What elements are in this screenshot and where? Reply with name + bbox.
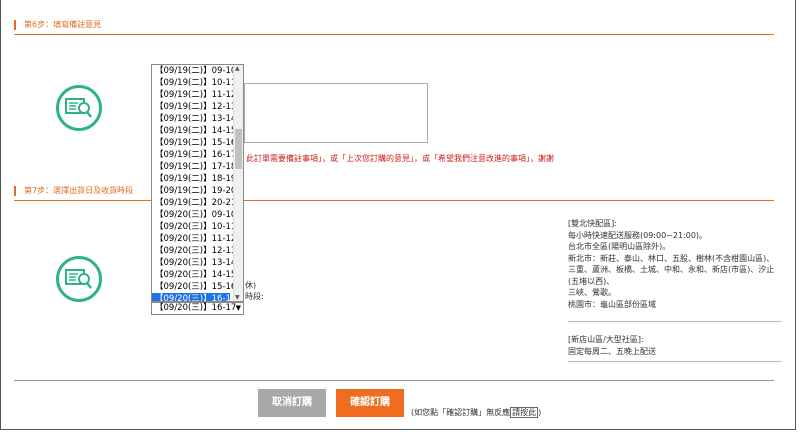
time-slot-option[interactable]: 【09/19(二)】11-12 <box>152 89 236 101</box>
time-slot-option[interactable]: 【09/20(三)】13-14 <box>152 257 236 269</box>
time-slot-option[interactable]: 【09/19(二)】12-13 <box>152 101 236 113</box>
delivery-divider-2 <box>568 361 782 362</box>
time-slot-option[interactable]: 【09/19(二)】15-16 <box>152 137 236 149</box>
time-slot-option[interactable]: 【09/20(三)】14-15 <box>152 269 236 281</box>
listbox-scrollbar[interactable]: ▲ ▼ <box>233 65 243 301</box>
scroll-down-icon[interactable]: ▼ <box>235 294 240 301</box>
note-icon <box>56 85 102 131</box>
confirm-order-button[interactable]: 確認訂購 <box>336 389 404 417</box>
xindian-delivery-line: 固定每周二、五晚上配送 <box>568 346 656 356</box>
option-partial-text-1: 休) <box>245 281 257 290</box>
north-delivery-line: 台北市全區(陽明山區除外)。 <box>568 242 671 251</box>
time-slot-option[interactable]: 【09/19(二)】20-21 <box>152 197 236 209</box>
time-slot-option[interactable]: 【09/19(二)】17-18 <box>152 161 236 173</box>
scroll-up-icon[interactable]: ▲ <box>235 65 240 72</box>
step6-title: 第6步：填寫備註意見 <box>14 20 101 30</box>
note-instruction: 此訂單需要備註事項」，或「上次您訂購的意見」，或「希望我們注意改進的事項」，謝謝 <box>246 154 554 163</box>
north-delivery-line: (五堵以西)、 <box>568 276 615 286</box>
chevron-down-icon: ▼ <box>235 304 241 312</box>
north-delivery-line: 新北市：新莊、泰山、林口、五股、樹林(不含柑園山區)、 <box>568 253 775 263</box>
time-slot-select-value: 【09/20(三)】16-17 <box>155 303 237 313</box>
north-delivery-line: 三峽、鶯歌。 <box>568 288 616 297</box>
page-frame <box>0 0 796 430</box>
bottom-divider <box>14 380 774 381</box>
north-delivery-line: 桃園市：龜山區部份區域 <box>568 299 656 309</box>
calendar-search-icon <box>56 256 102 302</box>
step7-title: 第7步：選擇出貨日及收貨時段 <box>14 186 133 196</box>
north-delivery-line: 三重、蘆洲、板橋、土城、中和、永和、新店(市區)、汐止 <box>568 265 775 274</box>
time-slot-option[interactable]: 【09/20(三)】15-16 <box>152 281 236 293</box>
step7-divider <box>14 200 774 201</box>
time-slot-option[interactable]: 【09/20(三)】11-12 <box>152 233 236 245</box>
confirm-hint-text: (如您點「確認訂購」無反應 <box>411 408 511 417</box>
xindian-delivery-info: [新店山區/大型社區]: 固定每周二、五晚上配送 <box>568 334 656 357</box>
confirm-hint-end: ) <box>538 408 542 417</box>
scroll-thumb[interactable] <box>235 129 242 169</box>
xindian-delivery-title: [新店山區/大型社區]: <box>568 335 644 344</box>
time-slot-option[interactable]: 【09/20(三)】16-17 <box>152 293 236 301</box>
time-slot-option[interactable]: 【09/19(二)】16-17 <box>152 149 236 161</box>
time-slot-option[interactable]: 【09/19(二)】19-20 <box>152 185 236 197</box>
time-slot-option[interactable]: 【09/20(三)】09-10 <box>152 209 236 221</box>
click-here-link[interactable]: 請按此 <box>510 407 539 418</box>
time-slot-option[interactable]: 【09/19(二)】10-11 <box>152 77 236 89</box>
time-slot-option[interactable]: 【09/19(二)】09-10 <box>152 65 236 77</box>
time-slot-option[interactable]: 【09/19(二)】18-19 <box>152 173 236 185</box>
step6-divider <box>14 34 774 35</box>
time-slot-option[interactable]: 【09/20(三)】10-11 <box>152 221 236 233</box>
option-partial-text-2: 時段: <box>245 292 264 301</box>
delivery-divider-1 <box>568 321 782 322</box>
time-slot-option[interactable]: 【09/20(三)】12-13 <box>152 245 236 257</box>
north-delivery-title: [雙北快配區]: <box>568 219 617 228</box>
confirm-hint: (如您點「確認訂購」無反應 請按此) <box>411 407 541 418</box>
north-delivery-info: [雙北快配區]: 每小時快速配送服務(09:00~21:00)。 台北市全區(陽明… <box>568 218 774 310</box>
time-slot-select[interactable]: 【09/20(三)】16-17 ▼ <box>151 302 244 315</box>
cancel-order-button[interactable]: 取消訂購 <box>258 389 326 417</box>
time-slot-listbox[interactable]: 【09/19(二)】09-10 【09/19(二)】10-11 【09/19(二)】… <box>151 64 244 302</box>
note-textarea[interactable] <box>244 83 428 143</box>
time-slot-option[interactable]: 【09/19(二)】13-14 <box>152 113 236 125</box>
time-slot-option[interactable]: 【09/19(二)】14-15 <box>152 125 236 137</box>
north-delivery-line: 每小時快速配送服務(09:00~21:00)。 <box>568 230 708 240</box>
